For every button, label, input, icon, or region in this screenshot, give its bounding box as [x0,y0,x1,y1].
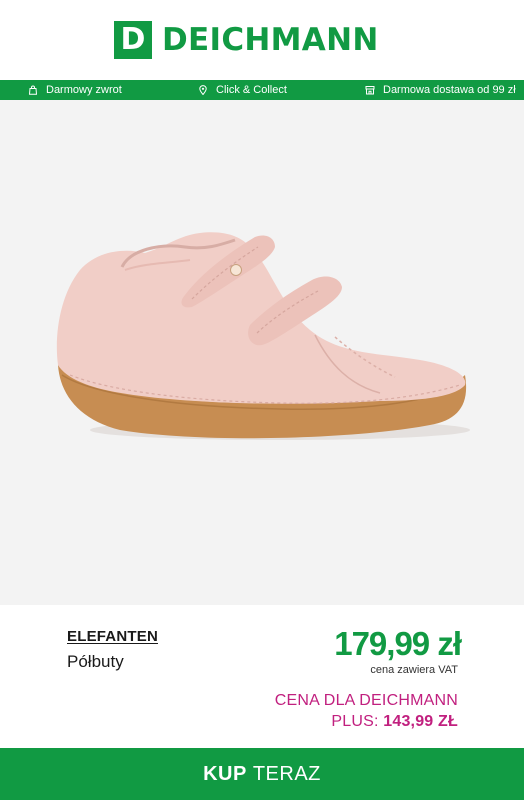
bag-icon [28,85,38,95]
usp-bar: Darmowy zwrot Click & Collect Darmowa do… [0,80,524,100]
buy-now-button[interactable]: KUP TERAZ [0,748,524,800]
product-image-area[interactable] [0,100,524,605]
usp-free-return: Darmowy zwrot [28,80,122,100]
plus-price-value: 143,99 ZŁ [383,713,458,730]
cta-label-bold: KUP [203,762,247,785]
usp-label: Darmowa dostawa od 99 zł [383,84,516,96]
plus-price-label: CENA DLA DEICHMANN [274,692,458,709]
logo-letter: D [120,22,146,57]
usp-click-collect: Click & Collect [198,80,287,100]
usp-free-delivery: Darmowa dostawa od 99 zł [365,80,516,100]
usp-label: Click & Collect [216,84,287,96]
plus-price-prefix: PLUS: [331,713,379,730]
location-pin-icon [199,85,207,95]
cta-label-rest: TERAZ [252,762,321,785]
usp-label: Darmowy zwrot [46,84,122,96]
logo-mark: D [114,21,152,59]
product-price: 179,99 zł [334,625,462,662]
store-icon [365,86,375,95]
product-image [56,232,470,440]
product-brand-link[interactable]: ELEFANTEN [67,628,158,645]
logo-text: DEICHMANN [162,22,379,58]
vat-note: cena zawiera VAT [370,664,458,676]
deichmann-logo[interactable]: D DEICHMANN [114,21,379,59]
plus-price-line: PLUS: 143,99 ZŁ [331,713,458,731]
product-info: ELEFANTEN Półbuty 179,99 zł cena zawiera… [0,605,524,748]
product-category: Półbuty [67,652,124,671]
header: D DEICHMANN [0,0,524,80]
